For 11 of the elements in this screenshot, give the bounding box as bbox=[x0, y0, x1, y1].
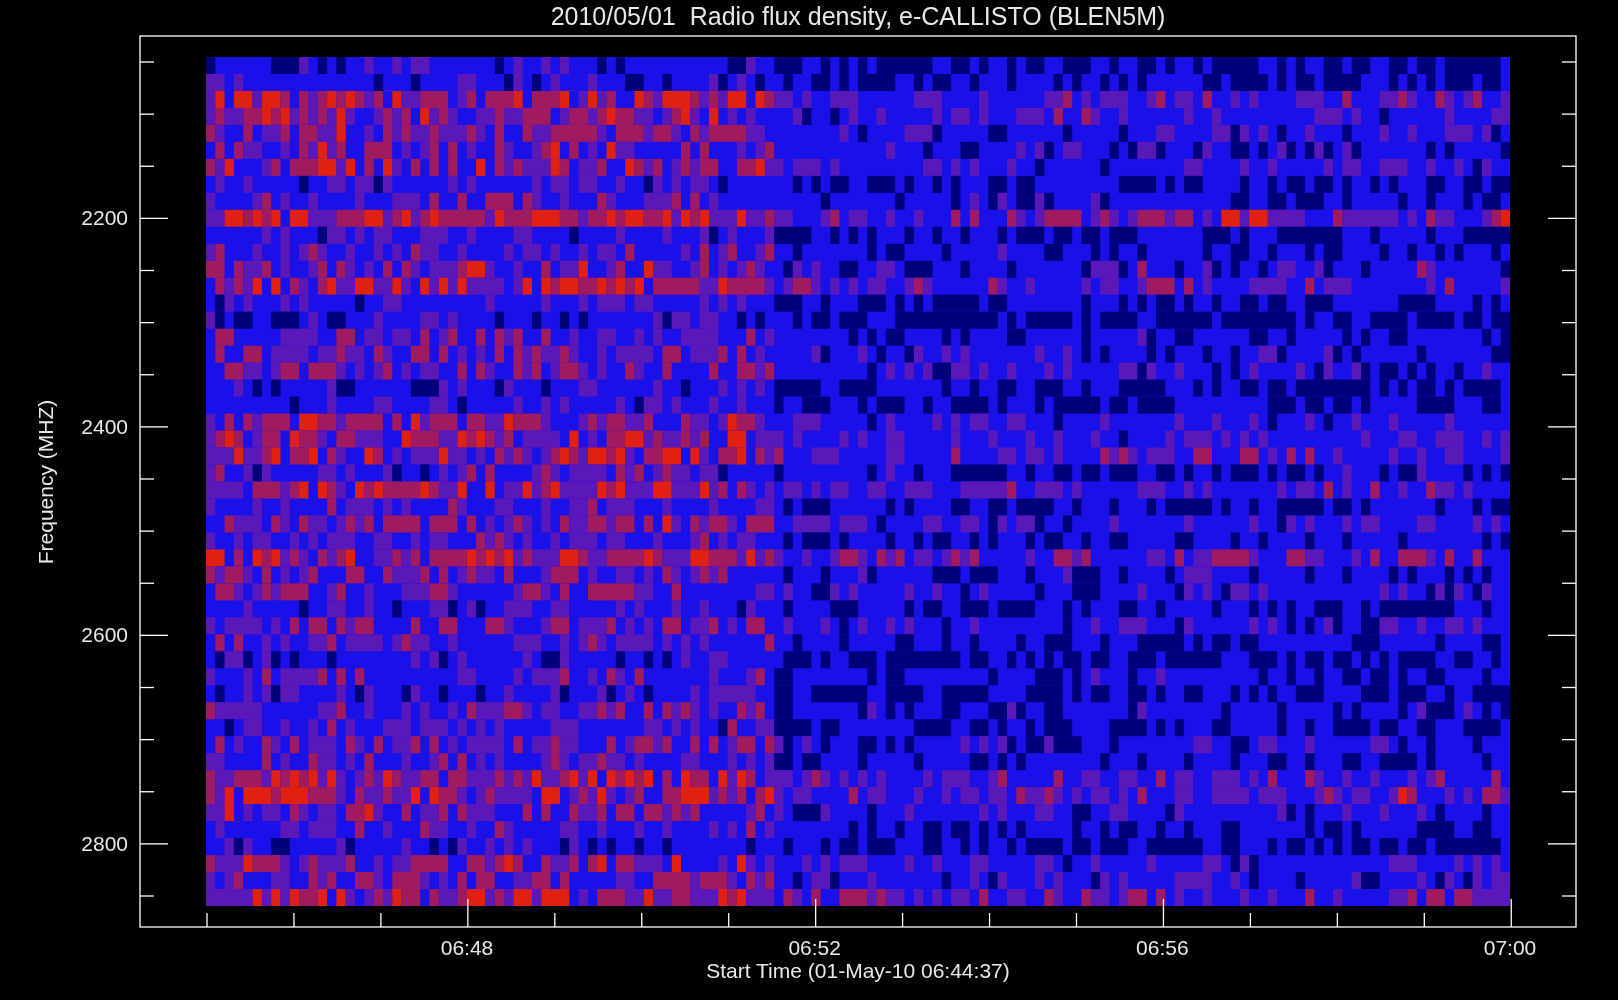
x-tick-label: 07:00 bbox=[1483, 936, 1537, 959]
x-tick-label: 06:52 bbox=[788, 936, 841, 959]
x-tick-label: 06:48 bbox=[440, 936, 494, 959]
chart-title: 2010/05/01 Radio flux density, e-CALLISTO (BLEN5M) bbox=[550, 2, 1166, 30]
y-tick-label: 2800 bbox=[81, 831, 128, 855]
x-axis-label: Start Time (01-May-10 06:44:37) bbox=[706, 959, 1010, 982]
y-tick-label: 2400 bbox=[81, 414, 128, 438]
y-tick-label: 2200 bbox=[81, 206, 128, 229]
y-tick-label: 2600 bbox=[81, 623, 128, 646]
y-axis-label: Frequency (MHZ) bbox=[34, 399, 57, 565]
x-tick-label: 06:56 bbox=[1136, 936, 1189, 959]
